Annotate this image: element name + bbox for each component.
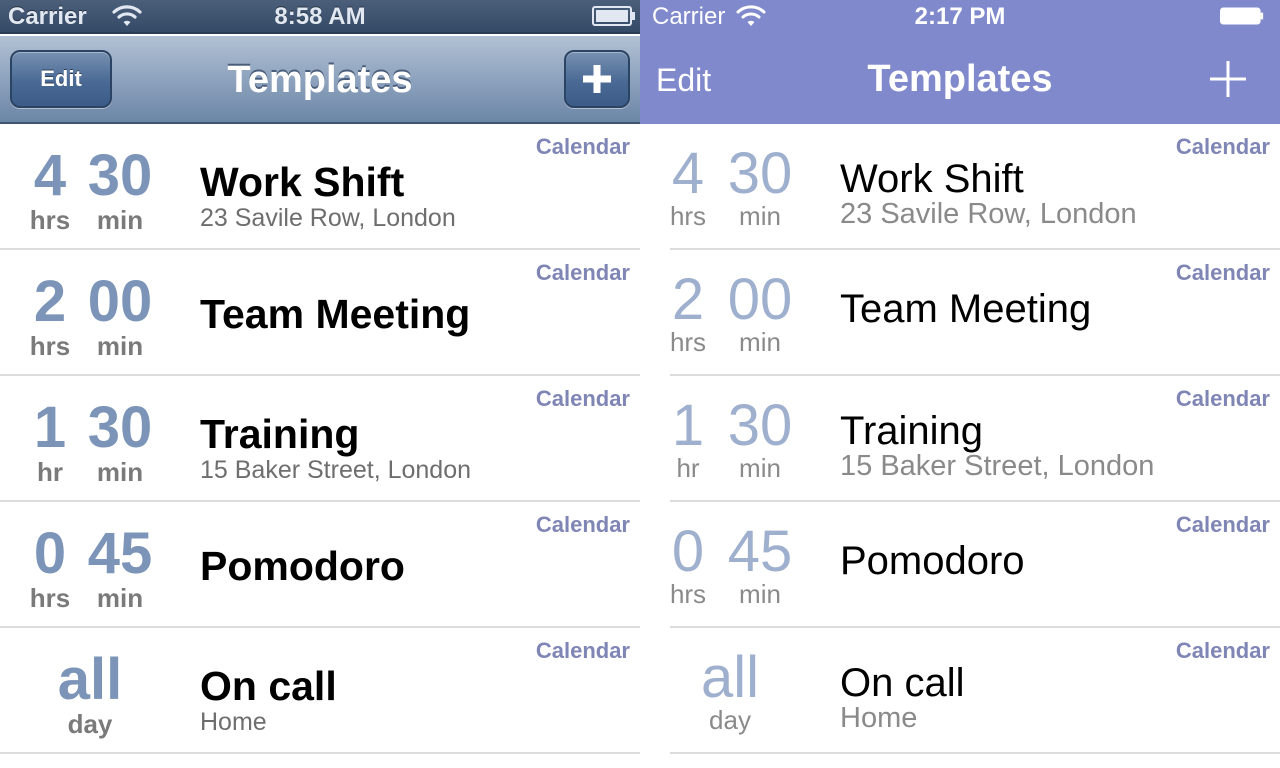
duration-hours: 4 (671, 141, 705, 206)
calendar-label: Calendar (535, 134, 630, 159)
template-title: Pomodoro (840, 539, 1025, 583)
template-title: On call (200, 663, 337, 709)
navigation-bar: Templates Edit (0, 36, 640, 124)
battery-icon (1220, 7, 1264, 25)
minutes-unit: min (96, 583, 144, 613)
calendar-label: Calendar (535, 638, 630, 663)
template-row-work-shift[interactable]: 4 30 hrs min Calendar Work Shift 23 Savi… (0, 124, 640, 250)
template-row-pomodoro[interactable]: 0 45 hrs min Calendar Pomodoro (0, 502, 640, 628)
battery-icon (592, 6, 635, 26)
template-title: Training (200, 411, 360, 457)
hours-unit: hrs (29, 583, 71, 613)
ios7-screen: Carrier 2:17 PM Templates Edit 4 30 hrs … (640, 0, 1280, 768)
template-row-team-meeting[interactable]: 2 00 hrs min Calendar Team Meeting (640, 250, 1280, 376)
template-row-pomodoro[interactable]: 0 45 hrs min Calendar Pomodoro (640, 502, 1280, 628)
template-title: Training (840, 409, 984, 453)
navigation-bar: Templates Edit (640, 34, 1280, 124)
template-location: 15 Baker Street, London (200, 456, 472, 484)
minutes-unit: min (739, 579, 781, 609)
calendar-label: Calendar (1175, 260, 1270, 285)
template-title: Work Shift (200, 159, 405, 205)
template-row-work-shift[interactable]: 4 30 hrs min Calendar Work Shift 23 Savi… (640, 124, 1280, 250)
duration-minutes: 00 (727, 267, 793, 332)
calendar-label: Calendar (1175, 638, 1270, 663)
minutes-unit: min (739, 327, 781, 357)
all-day-label: all (57, 647, 123, 712)
duration-hours: 0 (671, 519, 705, 584)
edit-button[interactable]: Edit (10, 50, 112, 108)
template-location: 15 Baker Street, London (840, 450, 1155, 482)
all-day-unit: day (67, 709, 113, 739)
minutes-unit: min (96, 331, 144, 361)
ios6-screen: Carrier 8:58 AM Templates Edit 4 30 hrs … (0, 0, 640, 768)
template-row-training[interactable]: 1 30 hr min Calendar Training 15 Baker S… (640, 376, 1280, 502)
calendar-label: Calendar (1175, 386, 1270, 411)
minutes-unit: min (739, 453, 781, 483)
calendar-label: Calendar (535, 260, 630, 285)
duration-minutes: 45 (87, 521, 153, 586)
duration-hours: 2 (33, 269, 67, 334)
page-title: Templates (867, 58, 1053, 100)
template-location: 23 Savile Row, London (840, 198, 1137, 230)
template-title: Pomodoro (200, 543, 405, 589)
template-row-on-call[interactable]: all day Calendar On call Home (640, 628, 1280, 754)
duration-hours: 0 (33, 521, 67, 586)
status-bar: Carrier 2:17 PM (640, 0, 1280, 34)
templates-list: 4 30 hrs min Calendar Work Shift 23 Savi… (0, 124, 640, 754)
hours-unit: hrs (29, 331, 71, 361)
minutes-unit: min (96, 457, 144, 487)
duration-minutes: 30 (727, 141, 793, 206)
template-row-on-call[interactable]: all day Calendar On call Home (0, 628, 640, 754)
duration-minutes: 30 (87, 143, 153, 208)
plus-icon[interactable] (1208, 59, 1248, 99)
calendar-label: Calendar (1175, 134, 1270, 159)
hours-unit: hr (676, 453, 700, 483)
duration-minutes: 45 (727, 519, 793, 584)
duration-hours: 1 (671, 393, 705, 458)
plus-icon (583, 65, 611, 93)
template-title: On call (840, 661, 965, 705)
duration-hours: 4 (33, 143, 67, 208)
template-row-team-meeting[interactable]: 2 00 hrs min Calendar Team Meeting (0, 250, 640, 376)
template-location: Home (840, 702, 918, 734)
minutes-unit: min (739, 201, 781, 231)
duration-hours: 1 (33, 395, 67, 460)
duration-minutes: 30 (727, 393, 793, 458)
hours-unit: hrs (29, 205, 71, 235)
hours-unit: hrs (669, 327, 707, 357)
status-bar: Carrier 8:58 AM (0, 0, 640, 34)
row-divider (670, 752, 1280, 754)
template-title: Work Shift (840, 157, 1024, 201)
all-day-label: all (700, 645, 760, 710)
duration-hours: 2 (671, 267, 705, 332)
hours-unit: hrs (669, 579, 707, 609)
template-title: Team Meeting (840, 287, 1092, 331)
row-divider (0, 752, 640, 754)
calendar-label: Calendar (1175, 512, 1270, 537)
template-title: Team Meeting (200, 291, 471, 337)
duration-minutes: 00 (87, 269, 153, 334)
calendar-label: Calendar (535, 386, 630, 411)
status-time: 8:58 AM (274, 3, 366, 30)
template-row-training[interactable]: 1 30 hr min Calendar Training 15 Baker S… (0, 376, 640, 502)
add-template-button[interactable] (564, 50, 630, 108)
templates-list: 4 30 hrs min Calendar Work Shift 23 Savi… (640, 124, 1280, 754)
all-day-unit: day (709, 705, 751, 735)
status-time: 2:17 PM (914, 3, 1006, 30)
hours-unit: hrs (669, 201, 707, 231)
template-location: Home (200, 708, 267, 736)
edit-button[interactable]: Edit (656, 34, 711, 124)
template-location: 23 Savile Row, London (200, 204, 456, 232)
hours-unit: hr (37, 457, 63, 487)
duration-minutes: 30 (87, 395, 153, 460)
calendar-label: Calendar (535, 512, 630, 537)
minutes-unit: min (96, 205, 144, 235)
